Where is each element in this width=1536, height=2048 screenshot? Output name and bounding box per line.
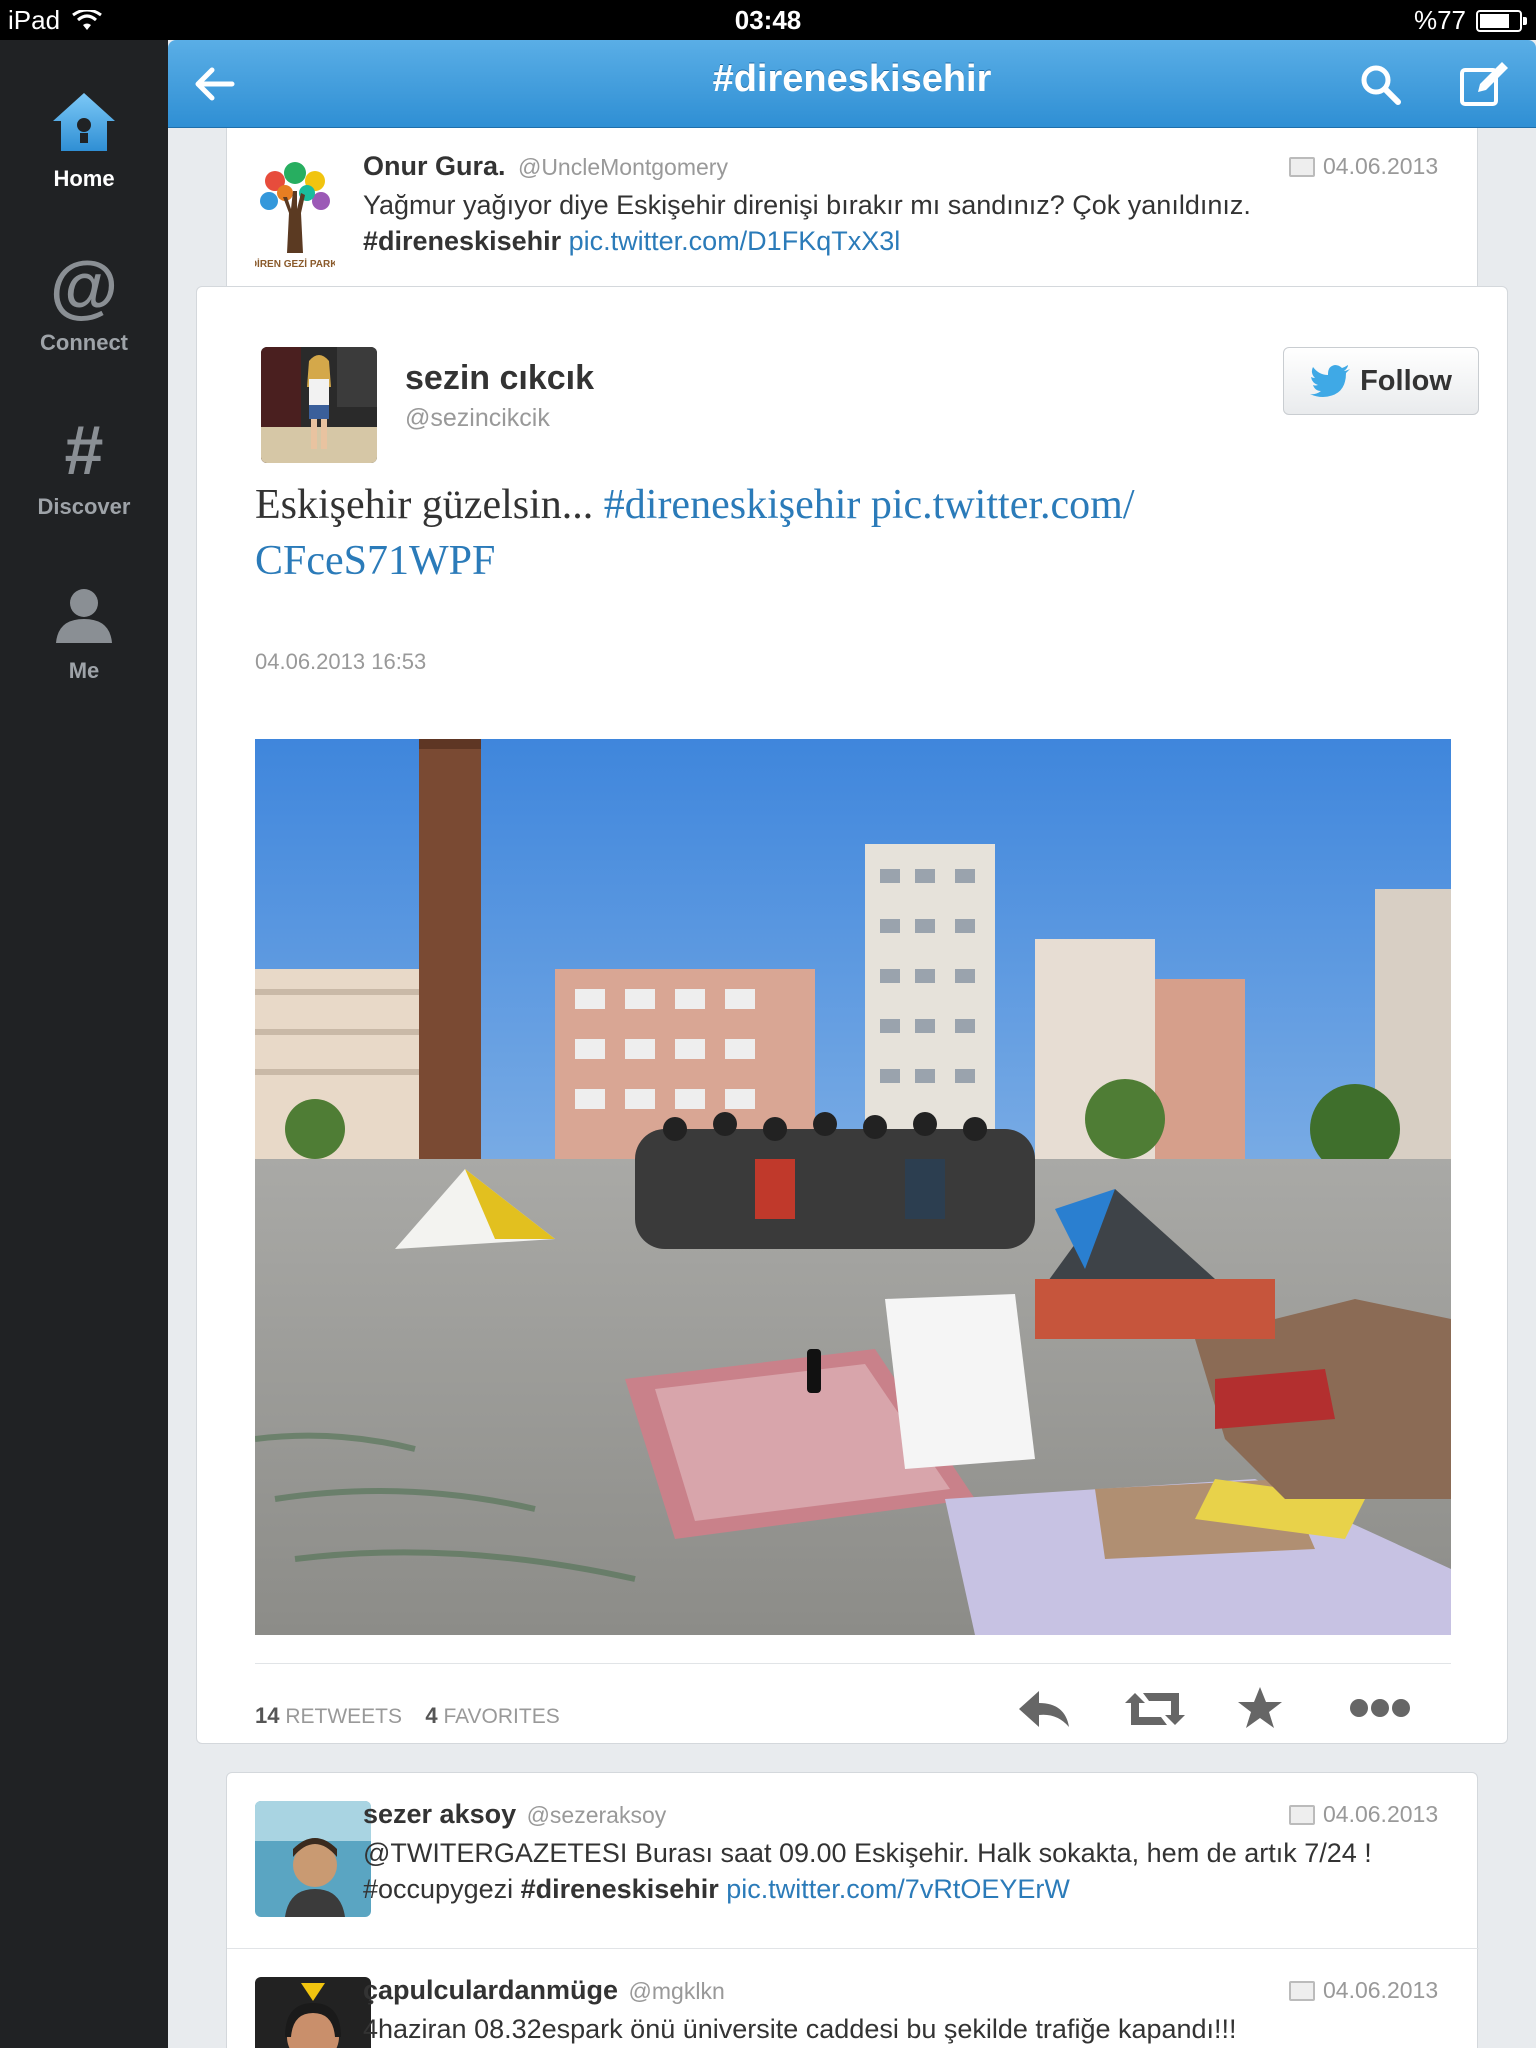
hashtag-link[interactable]: #direneskişehir: [604, 482, 861, 528]
favorites-label[interactable]: FAVORITES: [443, 1705, 559, 1728]
tweet-author-name[interactable]: sezer aksoy: [363, 1799, 516, 1829]
expanded-tweet-card: sezin cıkcık @sezincikcik Follow Eskişeh…: [196, 286, 1508, 1744]
tweet-author-handle[interactable]: @UncleMontgomery: [518, 154, 728, 180]
tweet-text: Yağmur yağıyor diye Eskişehir direnişi b…: [363, 190, 1251, 220]
reply-icon[interactable]: [1017, 1687, 1071, 1731]
hash-icon: #: [64, 411, 104, 489]
tweet-timestamp: 04.06.2013 16:53: [255, 649, 427, 674]
battery-icon: [1476, 9, 1527, 32]
hashtag-link[interactable]: #direneskisehir: [363, 226, 561, 256]
tweet-author-handle[interactable]: @sezincikcik: [405, 404, 594, 433]
media-icon: [1289, 1980, 1315, 2001]
retweets-label[interactable]: RETWEETS: [285, 1705, 402, 1728]
person-icon: [56, 589, 112, 643]
diren-gezi-park-logo: DİREN GEZİ PARKI: [255, 162, 335, 270]
media-icon: [1289, 1804, 1315, 1825]
avatar-caption: DİREN GEZİ PARKI: [255, 257, 335, 270]
tweet-photo[interactable]: [255, 739, 1451, 1635]
page-title: #direneskisehir: [712, 58, 992, 100]
hashtag-plain[interactable]: #occupygezi: [363, 1874, 513, 1904]
sidebar-item-label: Home: [53, 166, 115, 191]
media-link[interactable]: pic.twitter.com/7vRtOEYErW: [726, 1874, 1070, 1904]
avatar[interactable]: DİREN GEZİ PARKI: [255, 153, 335, 271]
sidebar-item-label: Me: [68, 658, 100, 683]
tweet-row[interactable]: çapulculardanmüge @mgklkn 04.06.2013 4ha…: [227, 1949, 1479, 2048]
tweet-text: 4haziran 08.32espark önü üniversite cadd…: [363, 2014, 1237, 2044]
more-options-icon[interactable]: [1349, 1697, 1411, 1719]
retweet-icon[interactable]: [1125, 1687, 1185, 1731]
at-icon: @: [49, 247, 119, 325]
media-icon: [1289, 156, 1315, 177]
tweet-date-label: 04.06.2013: [1323, 1977, 1439, 2003]
sidebar-item-label: Discover: [37, 494, 131, 519]
media-link[interactable]: pic.twitter.com/D1FKqTxX3l: [569, 226, 901, 256]
sidebar-item-label: Connect: [40, 330, 128, 355]
avatar[interactable]: [261, 347, 377, 463]
protest-photo: [255, 739, 1451, 1635]
tweet-date-label: 04.06.2013: [1323, 1801, 1439, 1827]
tweet-date: 04.06.2013: [1289, 1977, 1438, 2004]
profile-photo: [255, 1977, 371, 2048]
tweet-author-handle[interactable]: @mgklkn: [629, 1978, 725, 2004]
sidebar-item-home[interactable]: Home: [0, 78, 168, 228]
sidebar-item-connect[interactable]: @ Connect: [0, 242, 168, 392]
tweet-author-handle[interactable]: @sezeraksoy: [527, 1802, 667, 1828]
clock: 03:48: [734, 5, 802, 35]
status-bar: iPad 03:48 %77: [0, 0, 1536, 40]
tweet-author-name[interactable]: sezin cıkcık: [405, 359, 594, 398]
header-bar: #direneskisehir: [168, 40, 1536, 128]
battery-percent: %77: [1413, 5, 1466, 35]
tweet-author-name[interactable]: Onur Gura.: [363, 151, 506, 181]
sidebar-item-discover[interactable]: # Discover: [0, 406, 168, 556]
timeline-pane: DİREN GEZİ PARKI Onur Gura. @UncleMontgo…: [168, 40, 1536, 2048]
avatar[interactable]: [255, 1977, 371, 2048]
follow-button[interactable]: Follow: [1283, 347, 1479, 415]
media-link-part2[interactable]: CFceS71WPF: [255, 538, 495, 584]
tweet-date: 04.06.2013: [1289, 153, 1438, 180]
profile-photo: [255, 1801, 371, 1917]
compose-icon[interactable]: [1458, 58, 1510, 110]
tweet-stats: 14 RETWEETS 4 FAVORITES: [255, 1703, 560, 1729]
twitter-bird-icon: [1310, 365, 1351, 397]
tweet-author-name[interactable]: çapulculardanmüge: [363, 1975, 618, 2005]
avatar[interactable]: [255, 1801, 371, 1917]
retweets-count[interactable]: 14: [255, 1703, 279, 1728]
profile-photo: [261, 347, 377, 463]
tweet-row[interactable]: sezer aksoy @sezeraksoy 04.06.2013 @TWIT…: [227, 1773, 1479, 1949]
divider: [255, 1663, 1451, 1664]
hashtag-link[interactable]: #direneskisehir: [521, 1874, 719, 1904]
favorite-star-icon[interactable]: [1237, 1685, 1283, 1731]
tweet-text: @TWITERGAZETESI Burası saat 09.00 Eskişe…: [363, 1838, 1372, 1868]
search-icon[interactable]: [1358, 62, 1402, 106]
media-link-part1[interactable]: pic.twitter.com/: [871, 482, 1135, 528]
sidebar-item-me[interactable]: Me: [0, 570, 168, 720]
follow-label: Follow: [1360, 364, 1452, 397]
tweet-text: Eskişehir güzelsin... #direneskişehir pi…: [255, 477, 1375, 589]
favorites-count[interactable]: 4: [425, 1703, 437, 1728]
tweet-text-plain: Eskişehir güzelsin...: [255, 482, 594, 528]
tweet-date-label: 04.06.2013: [1323, 153, 1439, 179]
sidebar: Home @ Connect # Discover Me: [0, 40, 168, 2048]
tweet-date: 04.06.2013: [1289, 1801, 1438, 1828]
tweet-list-card: sezer aksoy @sezeraksoy 04.06.2013 @TWIT…: [226, 1772, 1479, 2048]
home-icon: [53, 93, 115, 151]
